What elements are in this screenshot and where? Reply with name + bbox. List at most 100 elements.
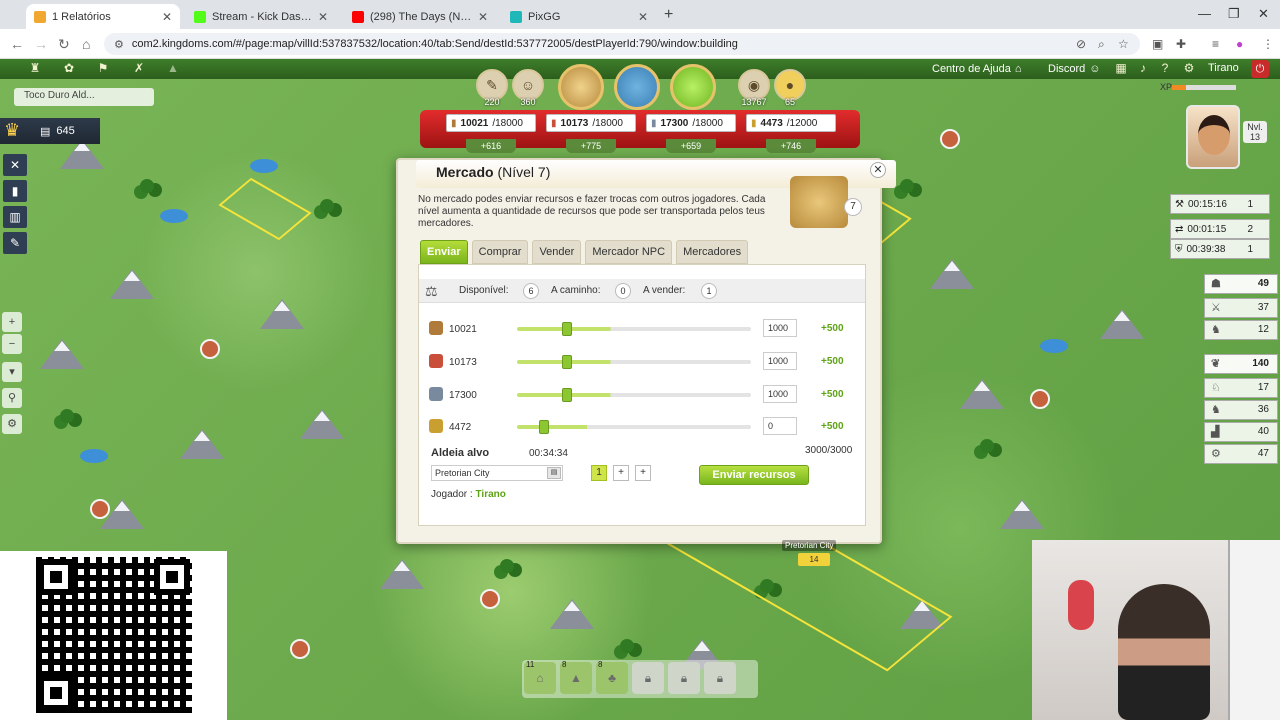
village-slot[interactable]: 8 ▲ [560, 660, 592, 694]
close-tab-icon[interactable]: ✕ [318, 10, 328, 24]
logout-power-icon[interactable]: ⏻ [1251, 60, 1269, 78]
multiplier-plus-button[interactable]: + [613, 465, 629, 481]
unit-row[interactable]: ♘ 17 [1204, 378, 1278, 398]
unit-row[interactable]: ⚔ 37 [1204, 298, 1278, 318]
village-slot[interactable]: 8 ♣ [596, 660, 628, 694]
iron-slider[interactable] [517, 388, 751, 402]
tab-comprar[interactable]: Comprar [471, 240, 529, 264]
forward-icon[interactable]: → [34, 36, 48, 52]
send-resources-button[interactable]: Enviar recursos [699, 465, 809, 485]
disabled-tool-icon[interactable]: ▲ [164, 61, 182, 77]
resources-view-button[interactable] [558, 64, 604, 110]
slider-handle[interactable] [561, 355, 572, 369]
tab-relatorios[interactable]: 1 Relatórios ✕ [26, 4, 180, 29]
unit-row[interactable]: ❦ 140 [1204, 354, 1278, 374]
close-panel-icon[interactable]: ✕ [3, 154, 27, 176]
menu-list-icon[interactable]: ≡ [1212, 37, 1219, 51]
slider-handle[interactable] [539, 420, 550, 434]
restore-icon[interactable]: ❐ [1228, 6, 1240, 22]
unit-hero-row[interactable]: ☗ 49 [1204, 274, 1278, 294]
minimize-icon[interactable]: — [1198, 6, 1211, 21]
target-city-input[interactable]: Pretorian City ▤ [431, 465, 563, 481]
tab-mercadores[interactable]: Mercadores [676, 240, 749, 264]
zoom-in-icon[interactable]: + [2, 312, 22, 332]
crown-icon[interactable]: ♛ [4, 120, 30, 142]
village-overview-icon[interactable]: ♜ [26, 61, 44, 77]
slider-handle[interactable] [561, 388, 572, 402]
site-info-icon[interactable]: ⚙ [114, 38, 124, 51]
clay-add-button[interactable]: +500 [821, 356, 844, 367]
quest-icon[interactable]: ✎ [3, 232, 27, 254]
close-tab-icon[interactable]: ✕ [638, 10, 648, 24]
tab-mercador-npc[interactable]: Mercador NPC [585, 240, 673, 264]
wood-send-input[interactable]: 1000 [763, 319, 797, 337]
multiplier-1-button[interactable]: 1 [591, 465, 607, 481]
browser-menu-icon[interactable]: ⋮ [1262, 37, 1274, 51]
map-view-icon[interactable]: ⚑ [94, 61, 112, 77]
hero-portrait[interactable] [1186, 105, 1240, 169]
calendar-icon[interactable]: ▦ [1112, 61, 1130, 77]
close-tab-icon[interactable]: ✕ [162, 10, 172, 24]
sound-icon[interactable]: ♪ [1134, 61, 1152, 77]
reload-icon[interactable]: ↻ [58, 36, 70, 53]
map-settings-icon[interactable]: ⚙ [2, 414, 22, 434]
puzzle-icon[interactable]: ✚ [1176, 37, 1186, 51]
building-timer[interactable]: ⚒ 00:15:16 1 [1170, 194, 1270, 214]
bookmark-star-icon[interactable]: ☆ [1118, 37, 1129, 51]
camera-off-icon[interactable]: ⊘ [1076, 37, 1086, 51]
back-icon[interactable]: ← [10, 36, 24, 52]
extension-icon[interactable]: ▣ [1152, 37, 1163, 51]
map-view-button[interactable] [614, 64, 660, 110]
troop-timer[interactable]: ⛨ 00:39:38 1 [1170, 239, 1270, 259]
unit-row[interactable]: ♞ 36 [1204, 400, 1278, 420]
zoom-out-icon[interactable]: − [2, 334, 22, 354]
crop-add-button[interactable]: +500 [821, 421, 844, 432]
report-icon[interactable]: ▮ [3, 180, 27, 202]
trade-timer[interactable]: ⇄ 00:01:15 2 [1170, 219, 1270, 239]
close-tab-icon[interactable]: ✕ [478, 10, 488, 24]
clay-slider[interactable] [517, 355, 751, 369]
clay-send-input[interactable]: 1000 [763, 352, 797, 370]
window-close-icon[interactable]: ✕ [1258, 6, 1269, 22]
iron-send-input[interactable]: 1000 [763, 385, 797, 403]
tab-vender[interactable]: Vender [532, 240, 582, 264]
crop-send-input[interactable]: 0 [763, 417, 797, 435]
player-name[interactable]: Tirano [1208, 62, 1239, 74]
tab-youtube[interactable]: (298) The Days (NOTION Re ✕ [344, 4, 496, 29]
tab-pixgg[interactable]: PixGG ✕ [502, 4, 656, 29]
address-book-icon[interactable]: ▤ [547, 467, 561, 479]
close-window-icon[interactable]: ✕ [870, 162, 886, 178]
home-icon[interactable]: ⌂ [82, 36, 90, 52]
unit-row[interactable]: ⚙ 47 [1204, 444, 1278, 464]
wood-slider[interactable] [517, 322, 751, 336]
url-field[interactable]: ⚙ com2.kingdoms.com/#/page:map/villId:53… [104, 33, 1140, 55]
new-tab-icon[interactable]: + [664, 6, 673, 24]
profile-avatar-icon[interactable]: ● [1236, 37, 1243, 51]
village-slot[interactable]: 11 ⌂ [524, 660, 556, 694]
village-selector[interactable]: Toco Duro Ald... [14, 88, 154, 106]
multiplier-plus-button[interactable]: + [635, 465, 651, 481]
crop-resource[interactable]: ▮ 4473 /12000 [746, 114, 836, 132]
village-view-button[interactable] [670, 64, 716, 110]
iron-add-button[interactable]: +500 [821, 389, 844, 400]
discord-button[interactable]: Discord ☺ [1048, 59, 1101, 79]
wood-resource[interactable]: ▮ 10021 /18000 [446, 114, 536, 132]
help-question-icon[interactable]: ? [1156, 61, 1174, 77]
target-player-name[interactable]: Tirano [475, 489, 505, 500]
tab-enviar[interactable]: Enviar [420, 240, 468, 264]
map-city-label[interactable]: Pretorian City [782, 540, 837, 551]
crop-slider[interactable] [517, 420, 751, 434]
slider-handle[interactable] [561, 322, 572, 336]
filter-icon[interactable]: ▾ [2, 362, 22, 382]
wood-add-button[interactable]: +500 [821, 323, 844, 334]
settings-gear-icon[interactable]: ⚙ [1180, 61, 1198, 77]
resources-view-icon[interactable]: ✿ [60, 61, 78, 77]
zoom-icon[interactable]: ⌕ [1098, 37, 1105, 52]
help-center-button[interactable]: Centro de Ajuda ⌂ [932, 59, 1022, 79]
unit-row[interactable]: ♞ 12 [1204, 320, 1278, 340]
build-tools-icon[interactable]: ✗ [130, 61, 148, 77]
location-pin-icon[interactable]: ⚲ [2, 388, 22, 408]
tab-kick-dashboard[interactable]: Stream - Kick Dashboard ✕ [186, 4, 336, 29]
clay-resource[interactable]: ▮ 10173 /18000 [546, 114, 636, 132]
statistics-icon[interactable]: ▥ [3, 206, 27, 228]
